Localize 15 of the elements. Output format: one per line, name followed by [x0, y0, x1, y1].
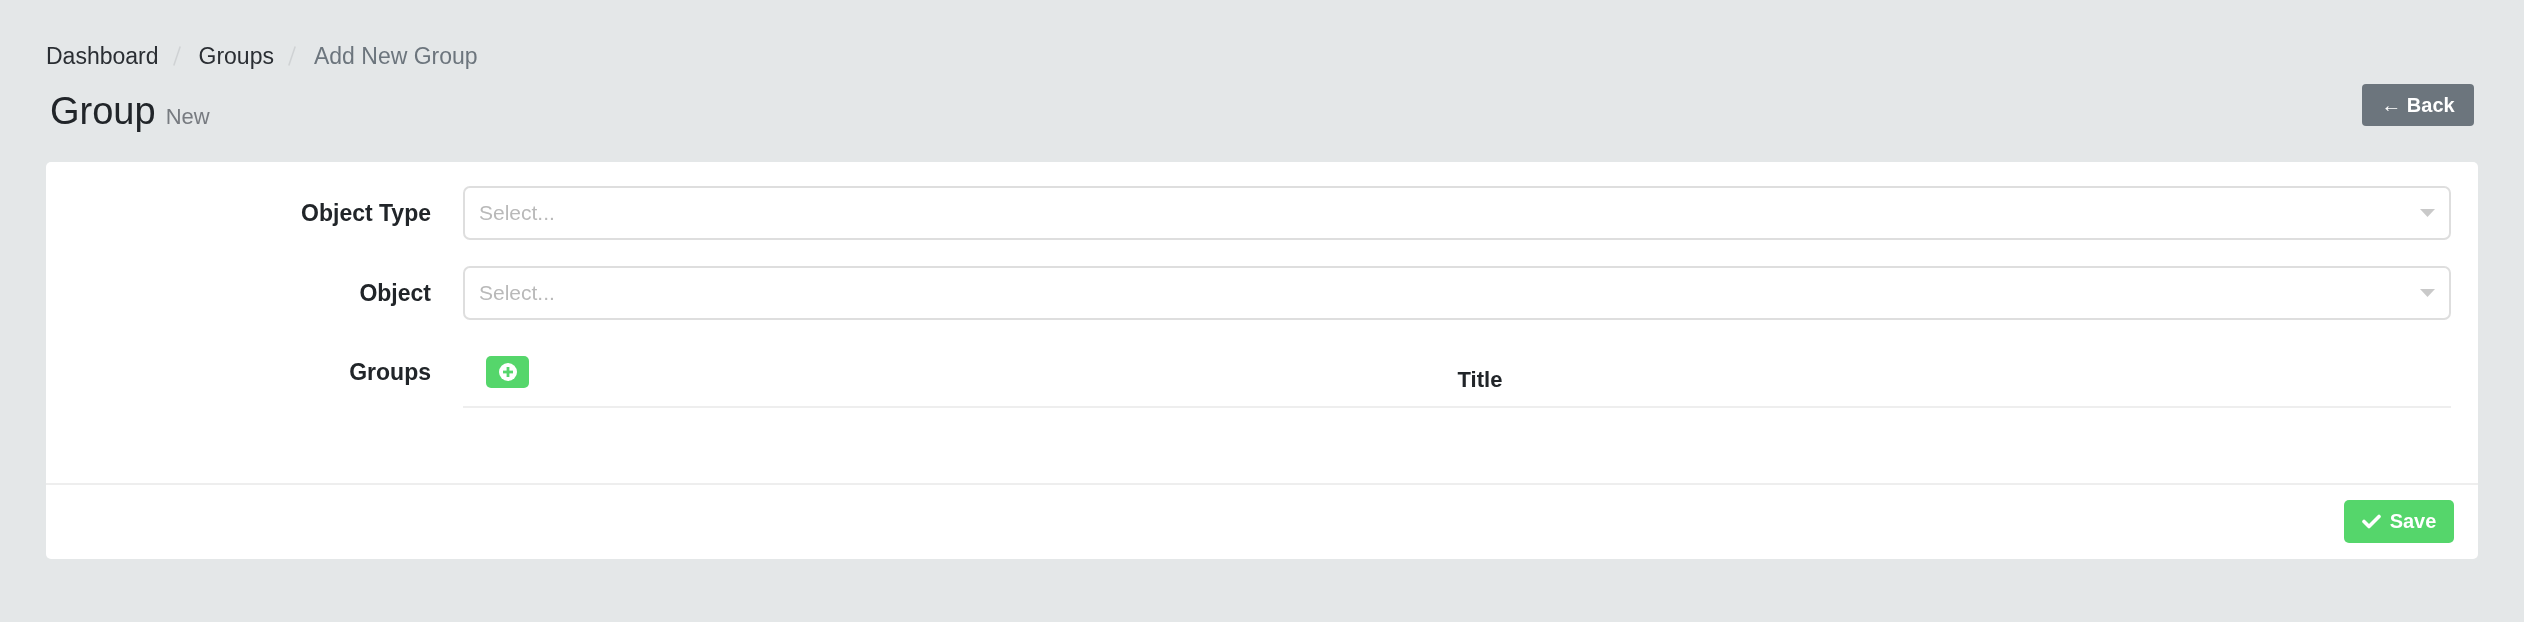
check-icon [2361, 514, 2381, 529]
add-button[interactable] [486, 356, 529, 388]
field-label: Object [359, 280, 431, 306]
page-title: Group [50, 89, 156, 134]
column-header: Title [1457, 367, 1503, 392]
breadcrumb-link[interactable]: Dashboard [46, 41, 159, 71]
breadcrumb-link[interactable]: Groups [198, 41, 274, 71]
page-subtitle: New [165, 104, 210, 130]
breadcrumb-current-page: Add New Group [313, 42, 478, 71]
back-button[interactable]: ← Back [2362, 84, 2474, 126]
plus-circle-icon [498, 363, 517, 381]
field-label: Object Type [301, 200, 431, 226]
caret-down-icon [2420, 289, 2435, 297]
caret-down-icon [2420, 209, 2435, 217]
field-label: Groups [349, 359, 431, 385]
